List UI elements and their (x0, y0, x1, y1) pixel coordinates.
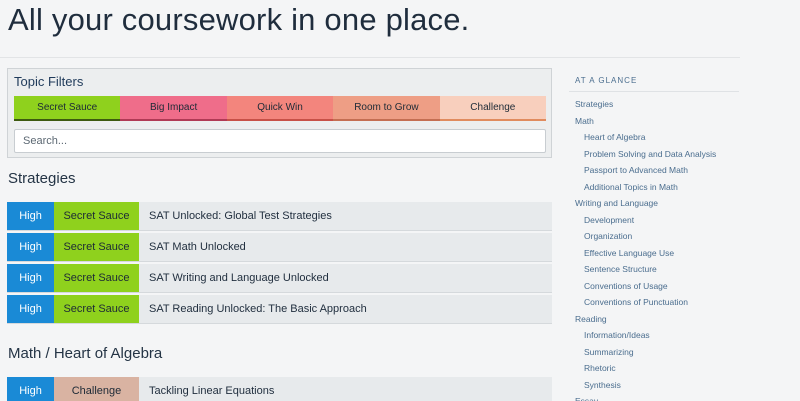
filter-chip-room-to-grow[interactable]: Room to Grow (333, 96, 440, 121)
sidebar-item-summarizing[interactable]: Summarizing (569, 344, 739, 361)
page-title: All your coursework in one place. (8, 2, 470, 37)
level-badge: High (7, 295, 54, 323)
category-badge: Secret Sauce (54, 233, 139, 261)
filter-chip-challenge[interactable]: Challenge (439, 96, 547, 121)
topic-filters-title: Topic Filters (14, 74, 84, 89)
filter-chip-big-impact[interactable]: Big Impact (120, 96, 227, 121)
sidebar-item-information-ideas[interactable]: Information/Ideas (569, 327, 739, 344)
sidebar-item-additional-topics[interactable]: Additional Topics in Math (569, 179, 739, 196)
category-badge: Secret Sauce (54, 295, 139, 323)
sidebar-item-conventions-of-usage[interactable]: Conventions of Usage (569, 278, 739, 295)
course-title[interactable]: SAT Reading Unlocked: The Basic Approach (139, 295, 552, 323)
sidebar-item-writing-and-language[interactable]: Writing and Language (569, 195, 739, 212)
sidebar-item-passport-to-advanced-math[interactable]: Passport to Advanced Math (569, 162, 739, 179)
course-title[interactable]: SAT Writing and Language Unlocked (139, 264, 552, 292)
sidebar-item-development[interactable]: Development (569, 212, 739, 229)
sidebar-item-strategies[interactable]: Strategies (569, 96, 739, 113)
sidebar-item-essay[interactable]: Essay (569, 393, 739, 401)
sidebar-item-synthesis[interactable]: Synthesis (569, 377, 739, 394)
sidebar-item-problem-solving[interactable]: Problem Solving and Data Analysis (569, 146, 739, 163)
sidebar-item-math[interactable]: Math (569, 113, 739, 130)
course-title[interactable]: SAT Math Unlocked (139, 233, 552, 261)
course-row[interactable]: High Secret Sauce SAT Unlocked: Global T… (7, 202, 552, 231)
sidebar-item-conventions-of-punctuation[interactable]: Conventions of Punctuation (569, 294, 739, 311)
level-badge: High (7, 202, 54, 230)
title-divider (0, 57, 740, 58)
search-input[interactable] (14, 129, 546, 153)
course-row[interactable]: High Secret Sauce SAT Writing and Langua… (7, 264, 552, 293)
at-a-glance-sidebar: AT A GLANCE Strategies Math Heart of Alg… (569, 70, 739, 401)
topic-filter-bar: Secret Sauce Big Impact Quick Win Room t… (14, 96, 547, 121)
topic-filters-panel: Topic Filters Secret Sauce Big Impact Qu… (7, 68, 552, 158)
sidebar-heading: AT A GLANCE (569, 70, 739, 92)
course-title[interactable]: Tackling Linear Equations (139, 377, 552, 401)
sidebar-item-heart-of-algebra[interactable]: Heart of Algebra (569, 129, 739, 146)
category-badge: Secret Sauce (54, 264, 139, 292)
category-badge: Secret Sauce (54, 202, 139, 230)
course-row[interactable]: High Secret Sauce SAT Math Unlocked (7, 233, 552, 262)
filter-chip-secret-sauce[interactable]: Secret Sauce (14, 96, 121, 121)
category-badge: Challenge (54, 377, 139, 401)
sidebar-item-effective-language-use[interactable]: Effective Language Use (569, 245, 739, 262)
sidebar-item-organization[interactable]: Organization (569, 228, 739, 245)
level-badge: High (7, 233, 54, 261)
section-heading-strategies: Strategies (8, 170, 76, 187)
course-title[interactable]: SAT Unlocked: Global Test Strategies (139, 202, 552, 230)
sidebar-item-rhetoric[interactable]: Rhetoric (569, 360, 739, 377)
filter-chip-quick-win[interactable]: Quick Win (226, 96, 334, 121)
course-row[interactable]: High Secret Sauce SAT Reading Unlocked: … (7, 295, 552, 324)
section-heading-math-heart-of-algebra: Math / Heart of Algebra (8, 345, 163, 362)
sidebar-item-sentence-structure[interactable]: Sentence Structure (569, 261, 739, 278)
level-badge: High (7, 377, 54, 401)
sidebar-nav-list: Strategies Math Heart of Algebra Problem… (569, 92, 739, 401)
level-badge: High (7, 264, 54, 292)
course-row[interactable]: High Challenge Tackling Linear Equations (7, 377, 552, 401)
sidebar-item-reading[interactable]: Reading (569, 311, 739, 328)
